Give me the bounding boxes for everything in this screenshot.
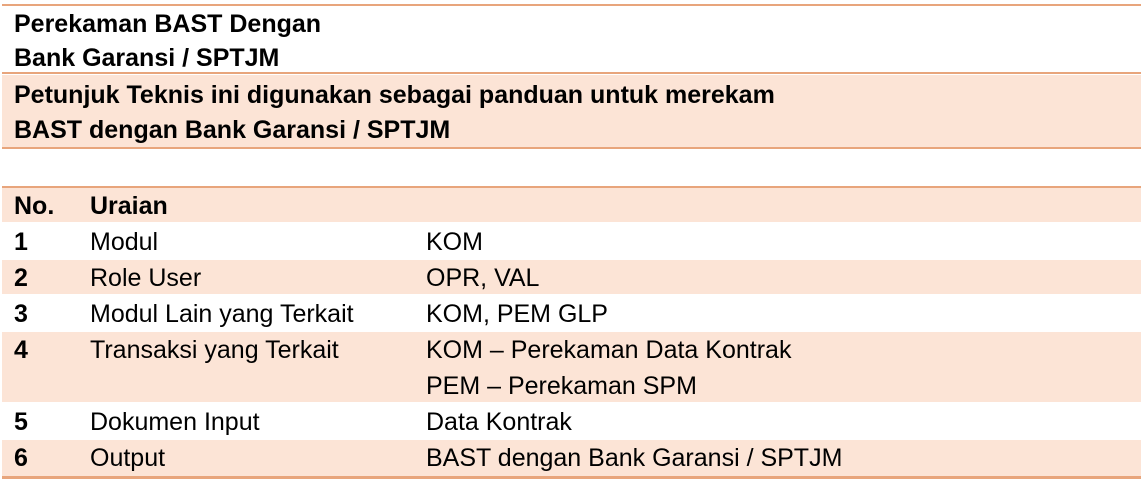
table-row: 2 Role User OPR, VAL bbox=[2, 260, 1141, 296]
description-line-1: Petunjuk Teknis ini digunakan sebagai pa… bbox=[14, 81, 775, 109]
row-value: OPR, VAL bbox=[426, 264, 540, 292]
document-page: Perekaman BAST Dengan Bank Garansi / SPT… bbox=[2, 0, 1141, 480]
row-label: Modul Lain yang Terkait bbox=[90, 300, 354, 328]
row-number: 4 bbox=[14, 336, 28, 364]
description-block: Petunjuk Teknis ini digunakan sebagai pa… bbox=[2, 75, 1141, 149]
row-value: Data Kontrak bbox=[426, 408, 572, 436]
row-number: 5 bbox=[14, 408, 28, 436]
row-number: 6 bbox=[14, 444, 28, 472]
table-header-row: No. Uraian bbox=[2, 188, 1141, 224]
table-row: 5 Dokumen Input Data Kontrak bbox=[2, 404, 1141, 440]
row-number: 3 bbox=[14, 300, 28, 328]
spacer-row bbox=[2, 150, 1141, 188]
row-value: KOM, PEM GLP bbox=[426, 300, 608, 328]
row-value: PEM – Perekaman SPM bbox=[426, 372, 697, 400]
column-header-no: No. bbox=[14, 192, 55, 220]
table-row: 4 Transaksi yang Terkait KOM – Perekaman… bbox=[2, 332, 1141, 404]
row-label: Output bbox=[90, 444, 166, 472]
table-row: 6 Output BAST dengan Bank Garansi / SPTJ… bbox=[2, 440, 1141, 479]
row-label: Transaksi yang Terkait bbox=[90, 336, 339, 364]
document-title-line-1: Perekaman BAST Dengan bbox=[14, 10, 322, 38]
document-title-line-2: Bank Garansi / SPTJM bbox=[14, 44, 280, 72]
row-label: Dokumen Input bbox=[90, 408, 260, 436]
row-value: KOM bbox=[426, 228, 483, 256]
row-label: Role User bbox=[90, 264, 202, 292]
row-value: BAST dengan Bank Garansi / SPTJM bbox=[426, 444, 843, 472]
table-row: 1 Modul KOM bbox=[2, 224, 1141, 260]
column-header-uraian: Uraian bbox=[90, 192, 168, 220]
row-number: 2 bbox=[14, 264, 28, 292]
title-block: Perekaman BAST Dengan Bank Garansi / SPT… bbox=[2, 4, 1141, 74]
row-number: 1 bbox=[14, 228, 28, 256]
row-value: KOM – Perekaman Data Kontrak bbox=[426, 336, 792, 364]
row-label: Modul bbox=[90, 228, 159, 256]
description-line-2: BAST dengan Bank Garansi / SPTJM bbox=[14, 116, 451, 144]
table-row: 3 Modul Lain yang Terkait KOM, PEM GLP bbox=[2, 296, 1141, 332]
